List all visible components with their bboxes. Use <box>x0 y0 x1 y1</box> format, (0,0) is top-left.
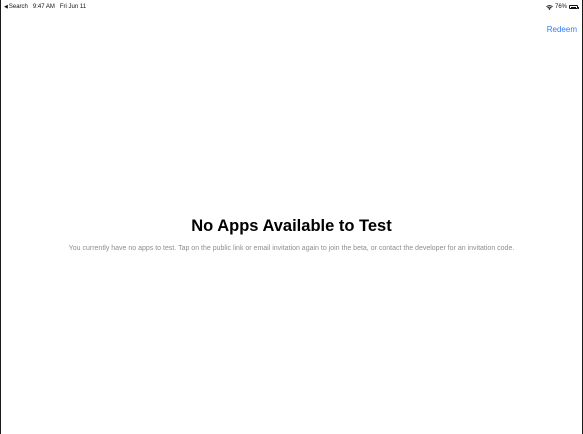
battery-cap <box>578 7 579 9</box>
empty-state-title: No Apps Available to Test <box>191 217 392 235</box>
status-bar: ◀ Search 9:47 AM Fri Jun 11 76% <box>1 0 582 14</box>
status-time: 9:47 AM <box>32 4 55 10</box>
redeem-button[interactable]: Redeem <box>547 25 577 34</box>
empty-state: No Apps Available to Test You currently … <box>1 216 582 254</box>
status-bar-right: 76% <box>546 4 579 10</box>
back-to-search-label: Search <box>8 4 28 10</box>
testflight-screen: ◀ Search 9:47 AM Fri Jun 11 76% Redeem N… <box>0 0 583 434</box>
battery-percent: 76% <box>554 4 567 10</box>
back-arrow-icon: ◀ <box>4 4 8 10</box>
battery-level-fill <box>570 6 576 8</box>
back-to-search-button[interactable]: ◀ Search <box>4 4 28 10</box>
wifi-icon <box>546 4 553 10</box>
status-date: Fri Jun 11 <box>59 4 87 10</box>
status-bar-left: ◀ Search 9:47 AM Fri Jun 11 <box>4 4 86 10</box>
empty-state-message: You currently have no apps to test. Tap … <box>68 245 515 252</box>
battery-icon <box>569 5 579 9</box>
